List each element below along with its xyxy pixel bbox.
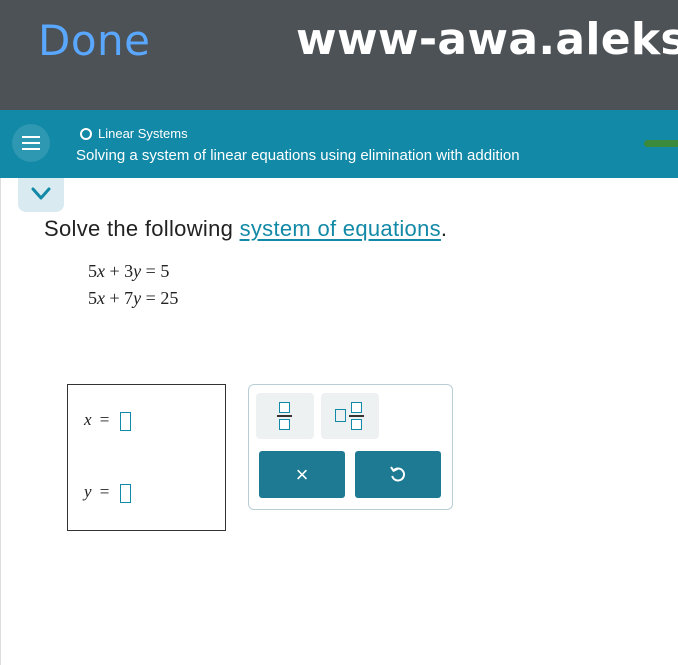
fraction-icon [277, 402, 292, 430]
progress-bar [644, 140, 678, 147]
browser-bar: Done www-awa.aleks [0, 0, 678, 110]
equation-1: 5x + 3y = 5 [88, 261, 169, 282]
menu-icon-line [22, 148, 40, 150]
fraction-button[interactable] [256, 393, 314, 439]
instruction-text: Solve the following [44, 216, 240, 241]
coef: 5 [88, 288, 97, 308]
mixed-number-icon [335, 409, 346, 422]
clear-button[interactable]: × [259, 451, 345, 498]
answer-box: x = y = [67, 384, 226, 531]
mixed-number-button[interactable] [321, 393, 379, 439]
y-label: y [84, 482, 92, 501]
topic-subtitle: Solving a system of linear equations usi… [76, 147, 520, 164]
coef: 5 [88, 261, 97, 281]
rhs: 25 [160, 288, 179, 308]
menu-icon-line [22, 136, 40, 138]
var: y [133, 288, 142, 308]
x-answer-row: x = [84, 410, 131, 431]
equals: = [145, 261, 156, 281]
math-palette: × [248, 384, 453, 510]
equation-2: 5x + 7y = 25 [88, 288, 178, 309]
coef: 7 [124, 288, 134, 308]
equals-sign: = [99, 410, 110, 429]
chevron-down-icon [31, 187, 51, 200]
y-input[interactable] [119, 483, 131, 503]
y-answer-row: y = [84, 482, 131, 503]
var: y [133, 261, 142, 281]
topic-title: Linear Systems [98, 126, 188, 141]
var: x [97, 288, 105, 308]
operator: + [109, 288, 120, 308]
system-of-equations-link[interactable]: system of equations [240, 216, 441, 241]
undo-icon [390, 466, 405, 482]
rhs: 5 [160, 261, 170, 281]
url-display[interactable]: www-awa.aleks [296, 14, 678, 65]
coef: 3 [124, 261, 134, 281]
menu-icon-line [22, 142, 40, 144]
menu-button[interactable] [12, 124, 50, 162]
x-label: x [84, 410, 92, 429]
question-instruction: Solve the following system of equations. [44, 216, 447, 242]
equals-sign: = [99, 482, 110, 501]
done-button[interactable]: Done [38, 16, 151, 65]
mixed-fraction-icon [349, 402, 364, 430]
divider [0, 178, 1, 665]
instruction-period: . [440, 216, 448, 241]
equals: = [145, 288, 156, 308]
var: x [97, 261, 105, 281]
topic-header: Linear Systems Solving a system of linea… [0, 110, 678, 178]
topic-status-icon [80, 128, 92, 140]
operator: + [109, 261, 120, 281]
collapse-header-button[interactable] [18, 178, 64, 212]
x-input[interactable] [119, 411, 131, 431]
undo-button[interactable] [355, 451, 441, 498]
